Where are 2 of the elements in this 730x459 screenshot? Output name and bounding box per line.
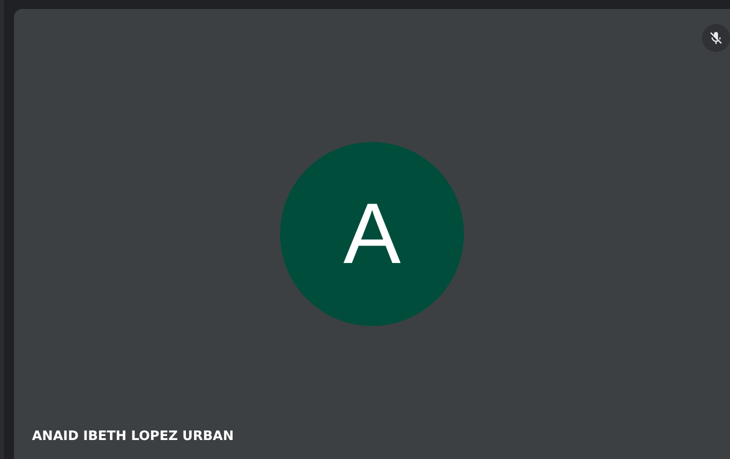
avatar: A (280, 142, 464, 326)
participant-name: ANAID IBETH LOPEZ URBAN (32, 429, 234, 444)
